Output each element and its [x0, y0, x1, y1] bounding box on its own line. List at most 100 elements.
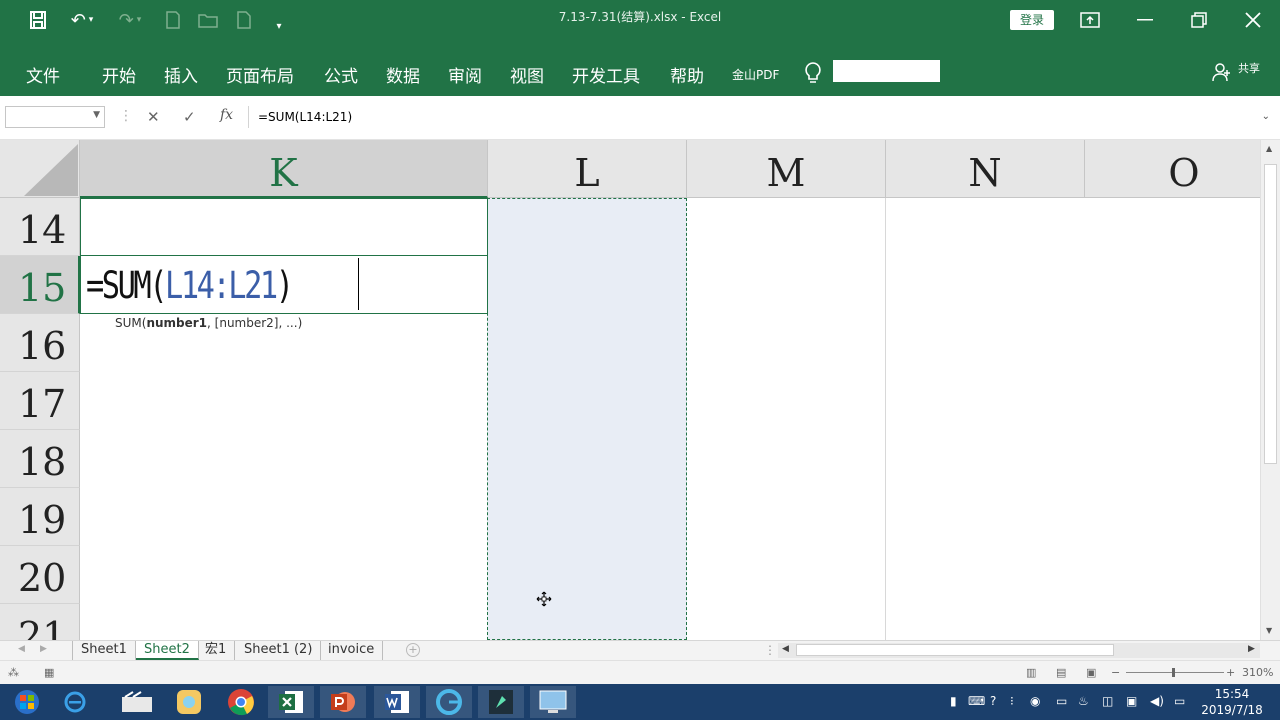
close-icon[interactable] — [1238, 6, 1268, 34]
row-header-17[interactable]: 17 — [0, 372, 80, 430]
referenced-range-l14-l21[interactable] — [487, 198, 687, 640]
horizontal-scrollbar[interactable]: ◀ ▶ — [778, 643, 1260, 658]
tray-thermometer-icon[interactable]: ♨ — [1078, 694, 1089, 708]
expand-formula-bar-icon[interactable]: ⌄ — [1262, 106, 1270, 128]
chrome-icon[interactable] — [218, 686, 264, 718]
file-manager-icon[interactable] — [114, 686, 160, 718]
page-break-preview-icon[interactable]: ▣ — [1086, 666, 1096, 679]
vertical-scroll-thumb[interactable] — [1264, 164, 1277, 464]
zoom-level[interactable]: 310% — [1242, 666, 1273, 679]
name-box[interactable]: ▼ — [5, 106, 105, 128]
tray-antivirus-icon[interactable]: ◉ — [1030, 694, 1040, 708]
formula-input[interactable]: =SUM(L14:L21) ⌄ — [248, 106, 1276, 128]
tab-data[interactable]: 数据 — [386, 62, 420, 87]
lightbulb-icon[interactable] — [803, 61, 823, 89]
column-header-m[interactable]: M — [687, 140, 886, 198]
gridline — [885, 198, 886, 640]
tab-developer[interactable]: 开发工具 — [572, 62, 640, 87]
tooltip-current-arg[interactable]: number1 — [146, 316, 207, 330]
row-header-18[interactable]: 18 — [0, 430, 80, 488]
scroll-right-icon[interactable]: ▶ — [1248, 644, 1255, 654]
tray-keyboard-icon[interactable]: ⌨ — [968, 694, 985, 708]
tab-review[interactable]: 审阅 — [448, 62, 482, 87]
finder-app-icon[interactable] — [166, 686, 212, 718]
sheet-tab-sheet2[interactable]: Sheet2 — [136, 641, 199, 660]
scroll-down-icon[interactable]: ▼ — [1266, 626, 1272, 635]
tooltip-function[interactable]: SUM( — [115, 316, 146, 330]
zoom-slider-thumb[interactable] — [1172, 668, 1175, 677]
horizontal-scroll-thumb[interactable] — [796, 644, 1114, 656]
browser-taskbar-icon[interactable] — [426, 686, 472, 718]
zoom-out-icon[interactable]: − — [1111, 666, 1120, 679]
tab-insert[interactable]: 插入 — [164, 62, 198, 87]
column-header-k[interactable]: K — [80, 140, 488, 198]
column-header-n[interactable]: N — [886, 140, 1085, 198]
insert-function-icon[interactable]: fx — [220, 107, 233, 123]
tray-app-icon[interactable]: ▮ — [950, 694, 957, 708]
tab-file[interactable]: 文件 — [26, 62, 60, 87]
confirm-entry-icon[interactable]: ✓ — [183, 108, 196, 126]
tab-split-grip-icon[interactable]: ⋮ — [764, 643, 776, 657]
sheet-tab-invoice[interactable]: invoice — [320, 641, 384, 660]
login-button[interactable]: 登录 — [1010, 10, 1054, 30]
clock-time: 15:54 — [1214, 687, 1250, 701]
ribbon-tabs: 文件 开始 插入 页面布局 公式 数据 审阅 视图 开发工具 帮助 金山PDF … — [0, 50, 1280, 96]
tray-device-icon[interactable]: ▭ — [1056, 694, 1067, 708]
tab-home[interactable]: 开始 — [102, 62, 136, 87]
select-all-corner[interactable] — [0, 140, 80, 198]
scroll-up-icon[interactable]: ▲ — [1266, 144, 1272, 153]
restore-icon[interactable] — [1184, 6, 1214, 34]
help-icon[interactable]: ? — [990, 694, 996, 708]
tray-network-icon[interactable]: ◫ — [1102, 694, 1113, 708]
zoom-in-icon[interactable]: + — [1226, 666, 1235, 679]
row-header-20[interactable]: 20 — [0, 546, 80, 604]
sheet-tab-macro1[interactable]: 宏1 — [197, 641, 236, 660]
chevron-down-icon[interactable]: ▼ — [93, 110, 100, 120]
windows-taskbar: ▮ ⌨ ? ⁝ ◉ ▭ ♨ ◫ ▣ ◀) ▭ 15:54 2019/7/18 — [0, 684, 1280, 720]
worksheet-grid[interactable]: K L M N O 14 15 16 17 18 19 20 21 =SUM(L… — [0, 140, 1260, 640]
remote-desktop-taskbar-icon[interactable] — [530, 686, 576, 718]
scroll-left-icon[interactable]: ◀ — [782, 644, 789, 654]
action-center-icon[interactable]: ▭ — [1174, 694, 1185, 708]
sheet-tab-sheet1-2[interactable]: Sheet1 (2) — [236, 641, 322, 660]
row-header-15[interactable]: 15 — [0, 256, 80, 314]
row-header-14[interactable]: 14 — [0, 198, 80, 256]
word-taskbar-icon[interactable] — [374, 686, 420, 718]
cancel-entry-icon[interactable]: ✕ — [147, 108, 160, 126]
zoom-slider[interactable] — [1126, 672, 1224, 673]
ribbon-display-options-icon[interactable] — [1075, 6, 1105, 34]
row-header-21[interactable]: 21 — [0, 604, 80, 640]
normal-view-icon[interactable]: ▥ — [1026, 666, 1036, 679]
add-sheet-icon[interactable]: + — [406, 643, 420, 657]
volume-icon[interactable]: ◀) — [1150, 694, 1164, 708]
ie-icon[interactable] — [52, 686, 98, 718]
tray-input-icon[interactable]: ⁝ — [1010, 694, 1014, 708]
column-header-o[interactable]: O — [1085, 140, 1260, 198]
prev-sheet-icon[interactable]: ◀ — [18, 644, 25, 654]
share-button[interactable]: 共享 — [1212, 58, 1272, 86]
tab-kingsoft-pdf[interactable]: 金山PDF — [732, 66, 779, 83]
cell-k14[interactable] — [80, 198, 488, 255]
tab-view[interactable]: 视图 — [510, 62, 544, 87]
minimize-icon[interactable] — [1130, 6, 1160, 34]
macro-recording-icon[interactable]: ▦ — [44, 666, 54, 679]
column-header-l[interactable]: L — [488, 140, 687, 198]
sheet-tab-sheet1[interactable]: Sheet1 — [73, 641, 136, 660]
excel-taskbar-icon[interactable] — [268, 686, 314, 718]
next-sheet-icon[interactable]: ▶ — [40, 644, 47, 654]
vertical-scrollbar[interactable]: ▲ ▼ — [1260, 140, 1280, 640]
title-bar: ↶ ▾ ↷ ▾ ▾ 7.13-7.31(结算).xlsx - Excel 登录 — [0, 0, 1280, 50]
row-header-16[interactable]: 16 — [0, 314, 80, 372]
system-clock[interactable]: 15:54 2019/7/18 — [1196, 686, 1268, 718]
powerpoint-taskbar-icon[interactable] — [320, 686, 366, 718]
tray-display-icon[interactable]: ▣ — [1126, 694, 1137, 708]
page-layout-view-icon[interactable]: ▤ — [1056, 666, 1066, 679]
tab-formulas[interactable]: 公式 — [324, 62, 358, 87]
filmora-taskbar-icon[interactable] — [478, 686, 524, 718]
row-header-19[interactable]: 19 — [0, 488, 80, 546]
tell-me-search-input[interactable] — [833, 60, 940, 82]
tab-page-layout[interactable]: 页面布局 — [226, 62, 294, 87]
formula-text: =SUM(L14:L21) — [258, 110, 353, 124]
tab-help[interactable]: 帮助 — [670, 62, 704, 87]
start-button-icon[interactable] — [4, 686, 50, 718]
